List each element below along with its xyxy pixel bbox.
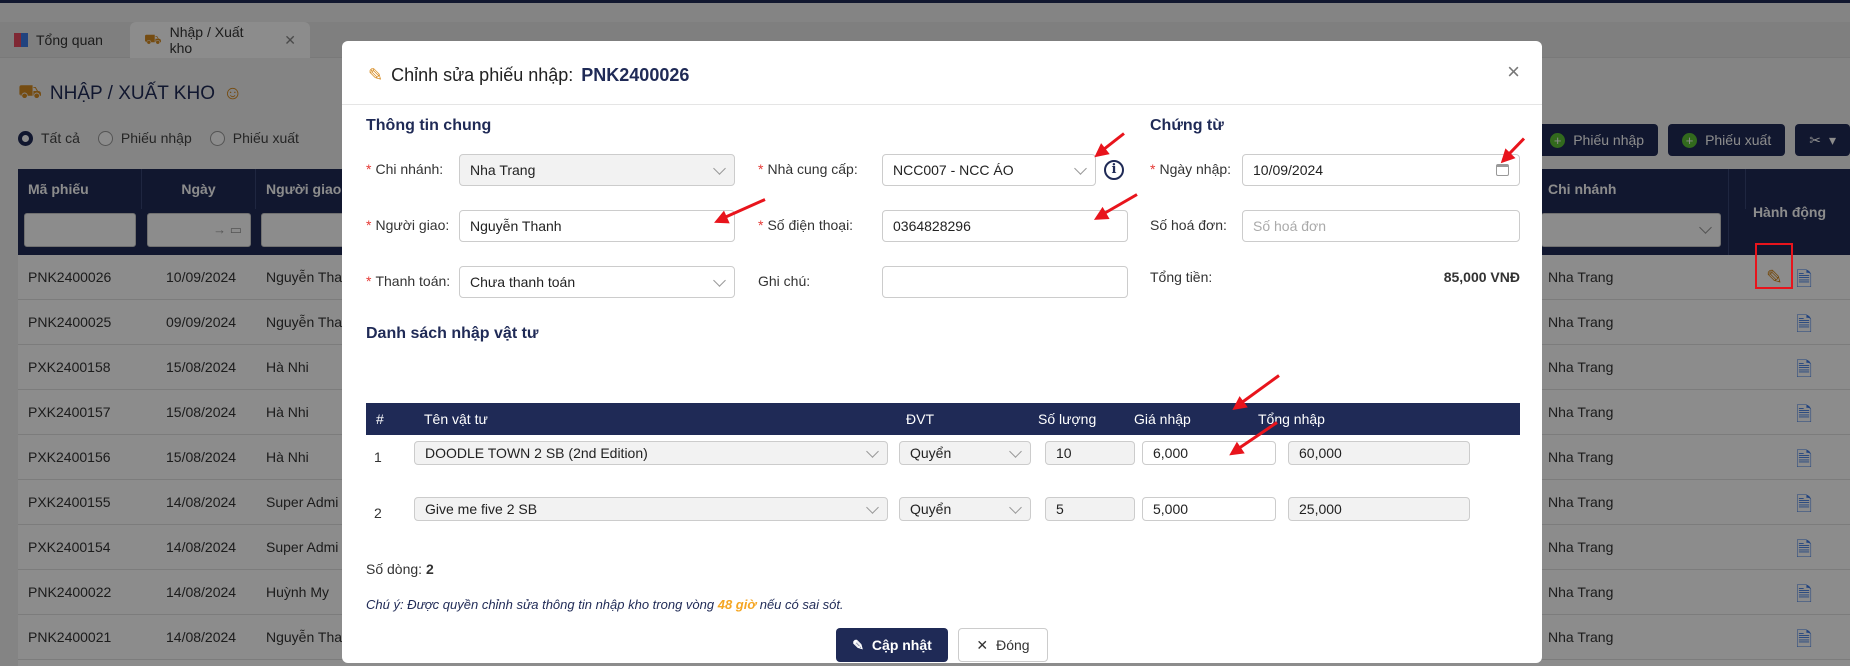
- input-value: 0364828296: [893, 218, 971, 234]
- select-value: DOODLE TOWN 2 SB (2nd Edition): [425, 445, 648, 461]
- items-table-header: # Tên vật tư ĐVT Số lượng Giá nhập Tổng …: [366, 403, 1520, 435]
- highlight-box: [1755, 243, 1793, 289]
- select-value: Give me five 2 SB: [425, 501, 538, 517]
- date-label: * Ngày nhập:: [1150, 161, 1232, 177]
- edit-note: Chú ý: Được quyền chỉnh sửa thông tin nh…: [366, 597, 844, 612]
- edit-voucher-modal: ✎ Chỉnh sửa phiếu nhập: PNK2400026 × Thô…: [342, 41, 1542, 663]
- info-icon[interactable]: i: [1104, 160, 1124, 180]
- section-general-title: Thông tin chung: [366, 117, 492, 134]
- note-input[interactable]: [882, 266, 1128, 298]
- modal-title-text: Chỉnh sửa phiếu nhập:: [391, 65, 574, 85]
- invoice-input[interactable]: Số hoá đơn: [1242, 210, 1520, 242]
- close-button[interactable]: ✕ Đóng: [958, 628, 1048, 662]
- modal-title: ✎ Chỉnh sửa phiếu nhập: PNK2400026: [368, 65, 689, 86]
- note-label: Ghi chú:: [758, 273, 811, 289]
- input-value: Nguyễn Thanh: [470, 218, 562, 234]
- select-value: NCC007 - NCC ÁO: [893, 162, 1014, 178]
- col-no: #: [376, 411, 384, 427]
- branch-label: * Chi nhánh:: [366, 161, 444, 177]
- item-unit-select[interactable]: Quyển: [899, 497, 1031, 521]
- total-label: Tổng tiền:: [1150, 269, 1213, 285]
- item-qty-input[interactable]: 5: [1045, 497, 1135, 521]
- update-button[interactable]: ✎ Cập nhật: [836, 628, 948, 662]
- input-value: 5: [1056, 501, 1064, 517]
- select-value: Quyển: [910, 501, 952, 517]
- chevron-down-icon: [1009, 445, 1022, 458]
- col-qty: Số lượng: [1038, 411, 1097, 427]
- button-label: Cập nhật: [871, 637, 932, 653]
- select-value: Chưa thanh toán: [470, 274, 576, 290]
- voucher-code: PNK2400026: [581, 65, 690, 85]
- deliverer-label: * Người giao:: [366, 217, 450, 233]
- input-value: 5,000: [1153, 501, 1189, 517]
- item-name-select[interactable]: Give me five 2 SB: [414, 497, 888, 521]
- payment-label: * Thanh toán:: [366, 273, 451, 289]
- branch-select[interactable]: Nha Trang: [459, 154, 735, 186]
- close-icon[interactable]: ×: [1507, 59, 1520, 85]
- input-value: 10/09/2024: [1253, 162, 1324, 178]
- edit-note-icon: ✎: [368, 65, 384, 85]
- note-text: Chú ý: Được quyền chỉnh sửa thông tin nh…: [366, 597, 715, 612]
- input-value: 60,000: [1299, 445, 1342, 461]
- supplier-label: * Nhà cung cấp:: [758, 161, 858, 177]
- button-label: Đóng: [996, 637, 1030, 653]
- select-value: Quyển: [910, 445, 952, 461]
- item-qty-input[interactable]: 10: [1045, 441, 1135, 465]
- input-value: 10: [1056, 445, 1072, 461]
- close-icon: ✕: [976, 636, 989, 653]
- note-text: nếu có sai sót.: [759, 597, 844, 612]
- col-total: Tổng nhập: [1258, 411, 1325, 427]
- item-no: 2: [374, 505, 382, 521]
- chevron-down-icon: [1009, 501, 1022, 514]
- payment-select[interactable]: Chưa thanh toán: [459, 266, 735, 298]
- deliverer-input[interactable]: Nguyễn Thanh: [459, 210, 735, 242]
- invoice-label: Số hoá đơn:: [1150, 217, 1227, 233]
- note-hours: 48 giờ: [717, 597, 757, 612]
- input-placeholder: Số hoá đơn: [1253, 218, 1327, 234]
- item-total-input: 25,000: [1288, 497, 1470, 521]
- select-value: Nha Trang: [470, 162, 536, 178]
- item-total-input: 60,000: [1288, 441, 1470, 465]
- edit-icon: ✎: [852, 636, 864, 653]
- item-price-input[interactable]: 6,000: [1142, 441, 1276, 465]
- item-price-input[interactable]: 5,000: [1142, 497, 1276, 521]
- chevron-down-icon: [866, 501, 879, 514]
- row-count: Số dòng: 2: [366, 561, 434, 577]
- item-name-select[interactable]: DOODLE TOWN 2 SB (2nd Edition): [414, 441, 888, 465]
- date-input[interactable]: 10/09/2024: [1242, 154, 1520, 186]
- col-unit: ĐVT: [906, 411, 934, 427]
- section-docs-title: Chứng từ: [1150, 117, 1224, 134]
- input-value: 6,000: [1153, 445, 1189, 461]
- supplier-select[interactable]: NCC007 - NCC ÁO: [882, 154, 1096, 186]
- input-value: 25,000: [1299, 501, 1342, 517]
- modal-header: ✎ Chỉnh sửa phiếu nhập: PNK2400026 ×: [342, 41, 1542, 105]
- chevron-down-icon: [1074, 162, 1087, 175]
- item-no: 1: [374, 449, 382, 465]
- item-unit-select[interactable]: Quyển: [899, 441, 1031, 465]
- chevron-down-icon: [866, 445, 879, 458]
- chevron-down-icon: [713, 274, 726, 287]
- phone-label: * Số điện thoại:: [758, 217, 854, 233]
- items-section-title: Danh sách nhập vật tư: [366, 325, 539, 342]
- col-name: Tên vật tư: [424, 411, 488, 427]
- col-price: Giá nhập: [1134, 411, 1191, 427]
- chevron-down-icon: [713, 162, 726, 175]
- total-value: 85,000 VNĐ: [1443, 269, 1520, 285]
